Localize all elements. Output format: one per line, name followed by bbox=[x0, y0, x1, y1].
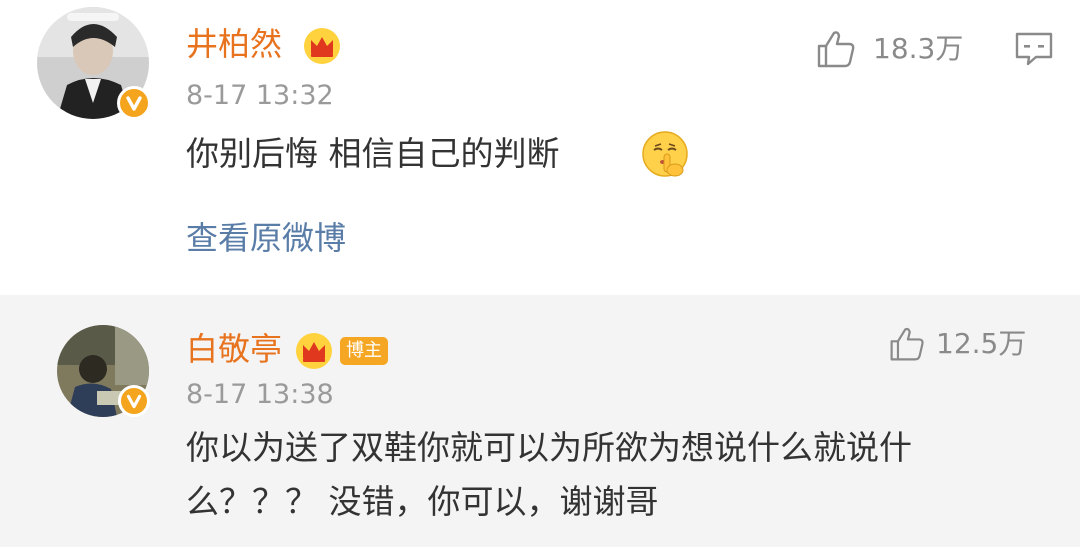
crown-icon bbox=[302, 26, 342, 70]
comment-text-body: 你别后悔 相信自己的判断 bbox=[186, 134, 560, 173]
comment-text: 你以为送了双鞋你就可以为所欲为想说什么就说什 么？？？ 没错，你可以，谢谢哥 bbox=[186, 421, 1046, 529]
like-count: 12.5万 bbox=[936, 327, 1027, 360]
timestamp: 8-17 13:38 bbox=[186, 379, 334, 410]
view-original-link[interactable]: 查看原微博 bbox=[186, 218, 346, 258]
shush-face-icon bbox=[641, 130, 689, 182]
author-name[interactable]: 井柏然 bbox=[186, 24, 282, 64]
reply-card: 白敬亭 博主 8-17 13:38 你以为送了双鞋你就可以为所欲为想说什么就说什… bbox=[0, 295, 1080, 547]
like-button[interactable]: 18.3万 bbox=[815, 28, 975, 70]
author-name[interactable]: 白敬亭 bbox=[186, 329, 282, 369]
comment-icon bbox=[1015, 32, 1053, 66]
comment-text-line: 你以为送了双鞋你就可以为所欲为想说什么就说什 bbox=[186, 428, 912, 467]
thumbs-up-icon bbox=[817, 31, 855, 68]
like-count: 18.3万 bbox=[873, 32, 964, 65]
crown-icon bbox=[294, 331, 334, 375]
comment-text: 你别后悔 相信自己的判断 bbox=[186, 127, 560, 181]
comment-button[interactable] bbox=[1014, 30, 1054, 72]
verified-badge-icon bbox=[117, 86, 151, 120]
verified-badge-icon bbox=[118, 385, 150, 417]
blogger-badge: 博主 bbox=[340, 337, 388, 365]
thumbs-up-icon bbox=[890, 327, 924, 361]
timestamp: 8-17 13:32 bbox=[186, 80, 334, 111]
comment-text-line: 么？？？ 没错，你可以，谢谢哥 bbox=[186, 482, 659, 521]
comment-card: 井柏然 8-17 13:32 你别后悔 相信自己的判断 查看原微博 18.3万 bbox=[0, 0, 1080, 295]
like-button[interactable]: 12.5万 bbox=[888, 325, 1048, 365]
